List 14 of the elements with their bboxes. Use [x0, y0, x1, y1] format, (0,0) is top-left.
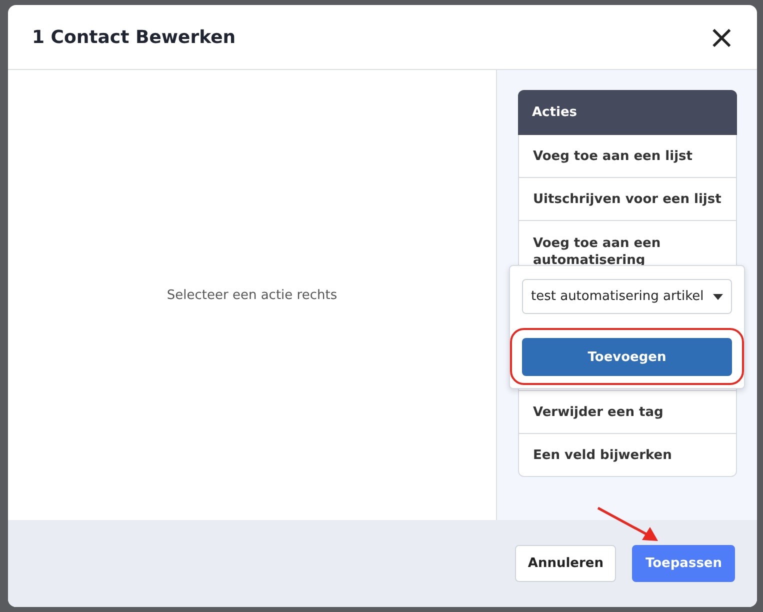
- add-button[interactable]: Toevoegen: [522, 338, 732, 376]
- action-item[interactable]: Voeg toe aan een lijst: [519, 135, 736, 178]
- automation-select[interactable]: test automatisering artikel: [522, 279, 732, 314]
- action-item[interactable]: Uitschrijven voor een lijst: [519, 178, 736, 221]
- dialog-title: 1 Contact Bewerken: [32, 26, 236, 48]
- apply-button[interactable]: Toepassen: [632, 545, 735, 582]
- action-item[interactable]: Verwijder een tag: [519, 391, 736, 434]
- close-button[interactable]: ×: [706, 23, 737, 51]
- action-item[interactable]: Voeg toe aan een automatisering: [519, 221, 736, 266]
- caret-icon: [713, 294, 723, 300]
- cancel-button[interactable]: Annuleren: [514, 545, 616, 582]
- card-title: Acties: [532, 105, 577, 120]
- action-item[interactable]: Een veld bijwerken: [519, 434, 736, 476]
- empty-message: Selecteer een actie rechts: [166, 288, 338, 302]
